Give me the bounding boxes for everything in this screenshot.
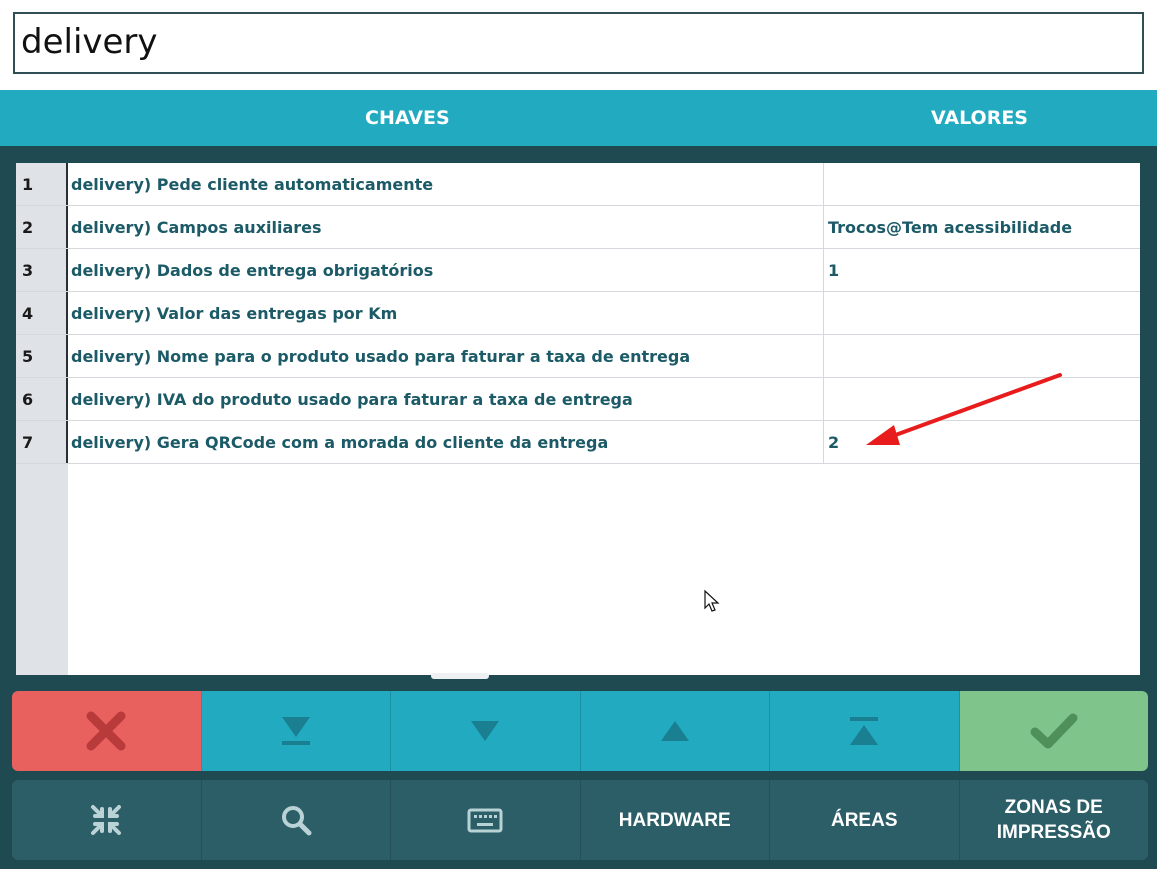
print-zones-label-line2: IMPRESSÃO <box>996 822 1111 843</box>
key-cell[interactable]: delivery) IVA do produto usado para fatu… <box>68 378 824 420</box>
collapse-icon <box>91 805 122 835</box>
table-row[interactable]: 2 delivery) Campos auxiliares Trocos@Tem… <box>16 206 1140 249</box>
print-zones-label: ZONAS DE IMPRESSÃO <box>997 795 1111 845</box>
bottom-toolbar: HARDWARE ÁREAS ZONAS DE IMPRESSÃO <box>12 780 1148 860</box>
background-smudge <box>431 673 489 679</box>
column-header: CHAVES VALORES <box>0 90 1157 146</box>
check-icon <box>1030 713 1078 749</box>
hardware-label: HARDWARE <box>618 809 731 831</box>
search-area: delivery <box>0 0 1157 90</box>
mouse-cursor-icon <box>704 589 720 612</box>
annotation-arrow-icon <box>866 373 1062 445</box>
table-row[interactable]: 1 delivery) Pede cliente automaticamente <box>16 163 1140 206</box>
confirm-button[interactable] <box>959 691 1148 771</box>
key-cell[interactable]: delivery) Dados de entrega obrigatórios <box>68 249 824 291</box>
hardware-button[interactable]: HARDWARE <box>580 780 770 860</box>
key-cell[interactable]: delivery) Campos auxiliares <box>68 206 824 248</box>
value-cell[interactable]: 1 <box>824 249 1140 291</box>
move-up-icon <box>660 721 689 741</box>
move-down-button[interactable] <box>391 691 581 771</box>
key-cell[interactable]: delivery) Gera QRCode com a morada do cl… <box>68 421 824 463</box>
row-number: 1 <box>16 163 68 205</box>
move-to-top-icon <box>850 717 879 745</box>
value-cell[interactable]: Trocos@Tem acessibilidade <box>824 206 1140 248</box>
search-input[interactable]: delivery <box>13 12 1144 74</box>
close-icon <box>86 711 126 751</box>
key-cell[interactable]: delivery) Pede cliente automaticamente <box>68 163 824 205</box>
cancel-button[interactable] <box>12 691 202 771</box>
table-row[interactable]: 4 delivery) Valor das entregas por Km <box>16 292 1140 335</box>
move-to-top-button[interactable] <box>770 691 960 771</box>
move-down-icon <box>471 721 500 741</box>
key-cell[interactable]: delivery) Valor das entregas por Km <box>68 292 824 334</box>
column-header-values: VALORES <box>931 107 1028 129</box>
print-zones-button[interactable]: ZONAS DE IMPRESSÃO <box>959 780 1148 860</box>
row-number: 2 <box>16 206 68 248</box>
row-number: 4 <box>16 292 68 334</box>
move-up-button[interactable] <box>580 691 770 771</box>
column-header-keys: CHAVES <box>365 107 450 129</box>
keyboard-button[interactable] <box>391 780 581 860</box>
search-button[interactable] <box>201 780 391 860</box>
areas-button[interactable]: ÁREAS <box>770 780 960 860</box>
print-zones-label-line1: ZONAS DE <box>1004 797 1103 818</box>
move-to-bottom-button[interactable] <box>201 691 391 771</box>
key-cell[interactable]: delivery) Nome para o produto usado para… <box>68 335 824 377</box>
row-number: 6 <box>16 378 68 420</box>
search-icon <box>281 806 312 836</box>
action-bar <box>12 691 1148 771</box>
value-cell[interactable] <box>824 292 1140 334</box>
row-number: 5 <box>16 335 68 377</box>
areas-label: ÁREAS <box>830 809 898 831</box>
move-to-bottom-icon <box>281 717 310 745</box>
table-row[interactable]: 3 delivery) Dados de entrega obrigatório… <box>16 249 1140 292</box>
value-cell[interactable] <box>824 163 1140 205</box>
row-number: 3 <box>16 249 68 291</box>
row-number: 7 <box>16 421 68 463</box>
keyboard-icon <box>467 808 503 833</box>
collapse-button[interactable] <box>12 780 202 860</box>
